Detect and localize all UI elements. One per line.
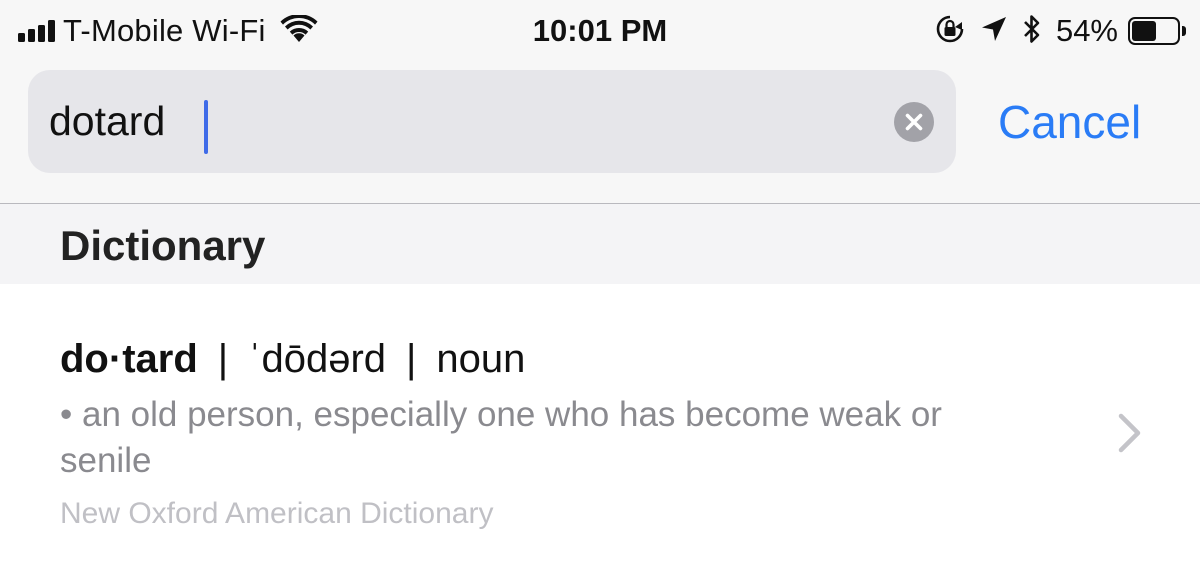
wifi-icon — [280, 13, 318, 48]
section-header: Dictionary — [0, 204, 1200, 284]
location-icon — [980, 15, 1008, 48]
bluetooth-icon — [1022, 13, 1042, 50]
dictionary-result-row[interactable]: do·tard | ˈdōdərd | noun • an old person, es… — [0, 284, 1200, 583]
carrier-label: T-Mobile Wi-Fi — [63, 13, 266, 48]
part-of-speech: noun — [436, 337, 526, 381]
entry-line: do·tard | ˈdōdərd | noun — [60, 334, 525, 384]
search-input[interactable] — [49, 91, 869, 152]
headword: do·tard — [60, 337, 198, 381]
cancel-button[interactable]: Cancel — [998, 90, 1141, 154]
separator: | — [217, 337, 229, 381]
section-title: Dictionary — [60, 222, 266, 269]
status-right: 54% — [934, 10, 1186, 52]
battery-icon — [1128, 17, 1186, 45]
search-field[interactable] — [28, 70, 956, 173]
pronunciation: ˈdōdərd — [248, 337, 387, 381]
dictionary-source: New Oxford American Dictionary — [60, 497, 494, 530]
text-caret — [204, 100, 208, 154]
search-header: Cancel — [0, 62, 1200, 203]
chevron-right-icon — [1116, 412, 1144, 454]
definition-text: • an old person, especially one who has … — [60, 395, 942, 480]
status-left: T-Mobile Wi-Fi — [18, 10, 318, 52]
signal-icon — [18, 20, 55, 42]
separator: | — [406, 337, 417, 381]
battery-percent: 54% — [1055, 13, 1118, 48]
status-bar: T-Mobile Wi-Fi 10:01 PM 54% — [0, 0, 1200, 62]
rotation-lock-icon — [934, 13, 966, 50]
clear-circle-icon[interactable] — [894, 102, 934, 142]
